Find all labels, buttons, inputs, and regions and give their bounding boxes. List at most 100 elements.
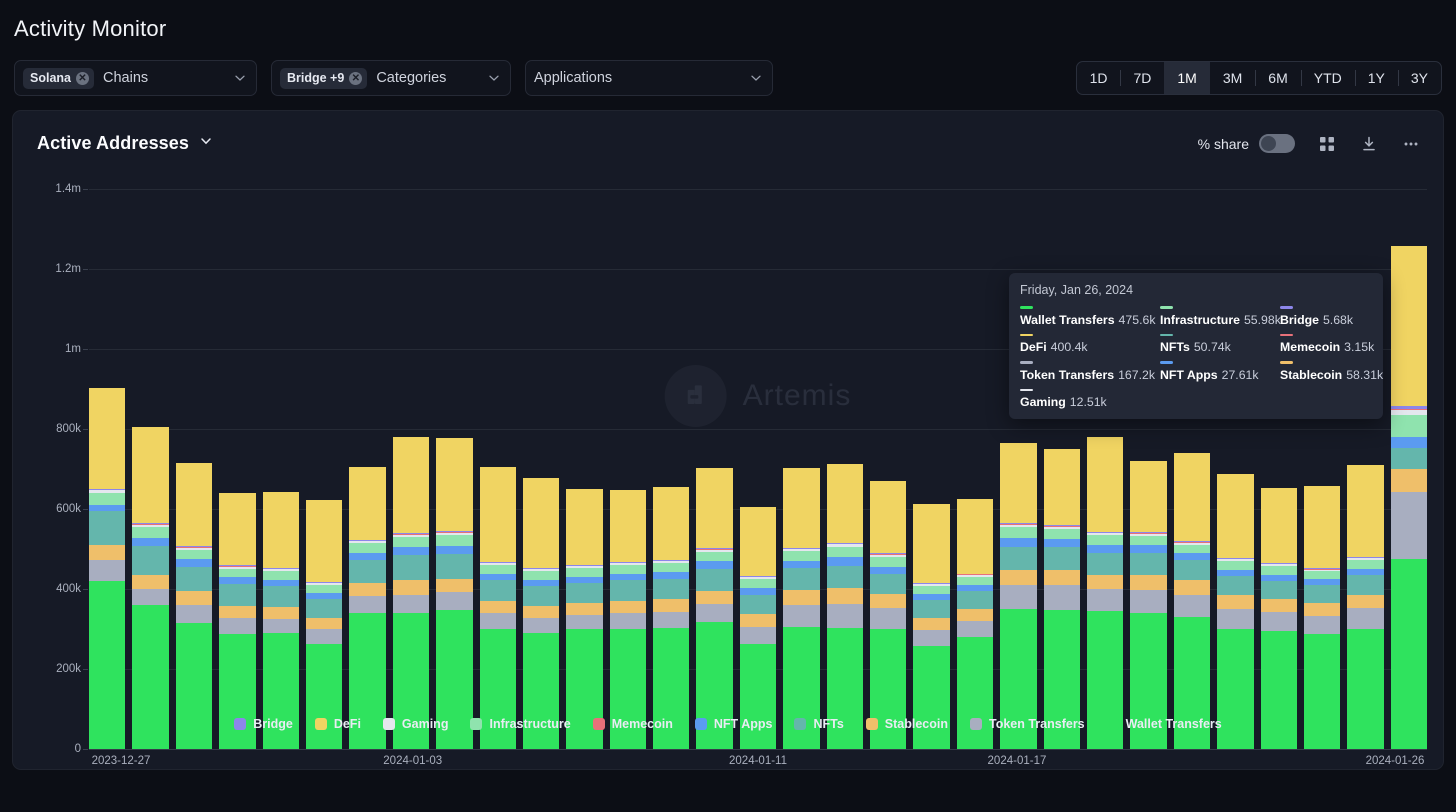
tooltip-color-dash [1280,333,1293,336]
tooltip-color-dash [1160,306,1173,309]
bar-column[interactable] [305,189,343,749]
categories-filter[interactable]: Bridge +9 ✕ Categories [271,60,511,96]
bar-column[interactable] [653,189,690,749]
bar-segment [783,561,820,569]
bar-segment [1347,629,1384,749]
bar-segment [219,493,256,566]
chart-actions: % share [1198,134,1421,154]
more-icon[interactable] [1401,134,1421,154]
bar-segment [1173,594,1211,617]
bar-column[interactable] [870,189,907,749]
metric-selector[interactable]: Active Addresses [37,133,212,154]
bar-segment [739,627,777,645]
time-range-3m[interactable]: 3M [1210,62,1255,94]
bar-column[interactable] [522,189,560,749]
bar-segment [1130,535,1167,546]
bar-column[interactable] [913,189,950,749]
legend-item-infrastructure[interactable]: Infrastructure [470,717,571,731]
tooltip-series-value: 167.2k [1118,367,1156,382]
bar-segment [219,568,256,578]
bar-column[interactable] [956,189,994,749]
bar-segment [913,504,950,583]
time-range-7d[interactable]: 7D [1120,62,1164,94]
bar-segment [913,645,950,749]
legend-item-bridge[interactable]: Bridge [234,717,293,731]
categories-chip-remove-icon[interactable]: ✕ [349,71,363,85]
x-axis-tick: 2024-01-17 [987,755,1047,767]
bar-segment [913,617,950,630]
bar-segment [739,644,777,749]
bar-segment [392,547,430,556]
legend-item-token-transfers[interactable]: Token Transfers [970,717,1085,731]
grid-icon[interactable] [1317,134,1337,154]
legend-swatch [1106,718,1119,730]
bar-segment [1043,529,1080,540]
bar-segment [826,588,864,605]
legend-item-gaming[interactable]: Gaming [382,717,448,731]
bar-segment [219,605,256,618]
bar-segment [566,583,603,604]
time-range-1y[interactable]: 1Y [1354,62,1398,94]
bar-segment [1000,537,1037,547]
bar-column[interactable] [175,189,213,749]
bar-column[interactable] [696,189,733,749]
bar-column[interactable] [219,189,256,749]
bar-segment [262,586,299,607]
bar-column[interactable] [566,189,603,749]
applications-filter[interactable]: Applications [525,60,773,96]
bar-column[interactable] [609,189,647,749]
percent-share-control[interactable]: % share [1198,134,1295,153]
y-axis-tick: 200k [56,663,88,675]
chains-chip-remove-icon[interactable]: ✕ [76,71,89,85]
bar-column[interactable] [739,189,777,749]
bar-segment [696,551,733,562]
bar-segment [522,571,560,580]
bar-segment [219,583,256,606]
bar-column[interactable] [132,189,169,749]
y-axis-tick: 400k [56,583,88,595]
legend-label: Infrastructure [489,717,571,731]
bar-segment [1086,545,1124,553]
bar-segment [132,537,169,546]
categories-selected-chip[interactable]: Bridge +9 ✕ [280,67,368,89]
legend-item-nft-apps[interactable]: NFT Apps [694,717,773,731]
time-range-1d[interactable]: 1D [1077,62,1121,94]
bar-segment [783,568,820,590]
bar-segment [566,614,603,629]
y-axis-tick: 600k [56,503,88,515]
bar-segment [783,605,820,627]
bar-column[interactable] [783,189,820,749]
bar-segment [870,573,907,594]
bar-segment [1217,629,1254,749]
legend-label: NFT Apps [713,717,773,731]
time-range-6m[interactable]: 6M [1255,62,1300,94]
bar-column[interactable] [89,189,126,749]
time-range-1m[interactable]: 1M [1164,62,1210,94]
bar-segment [1043,539,1080,548]
download-icon[interactable] [1359,134,1379,154]
bar-column[interactable] [436,189,473,749]
bar-segment [1303,603,1341,616]
bar-column[interactable] [392,189,430,749]
bar-column[interactable] [479,189,516,749]
legend-item-stablecoin[interactable]: Stablecoin [865,717,948,731]
bar-column[interactable] [826,189,864,749]
bar-segment [436,545,473,554]
bar-column[interactable] [1390,189,1428,749]
time-range-3y[interactable]: 3Y [1397,62,1441,94]
tooltip-series-value: 5.68k [1322,312,1354,327]
chains-selected-chip[interactable]: Solana ✕ [23,67,94,89]
legend-item-memecoin[interactable]: Memecoin [592,717,673,731]
time-range-selector[interactable]: 1D 7D 1M 3M 6M YTD 1Y 3Y [1075,61,1442,95]
bar-column[interactable] [349,189,386,749]
chains-filter[interactable]: Solana ✕ Chains [14,60,257,96]
percent-share-toggle[interactable] [1259,134,1295,153]
bar-segment [1260,631,1297,749]
legend-item-nfts[interactable]: NFTs [794,717,844,731]
time-range-ytd[interactable]: YTD [1300,62,1355,94]
bar-segment [826,546,864,558]
legend-item-defi[interactable]: DeFi [314,717,361,731]
bar-segment [566,568,603,578]
legend-item-wallet-transfers[interactable]: Wallet Transfers [1106,717,1222,731]
bar-column[interactable] [262,189,299,749]
